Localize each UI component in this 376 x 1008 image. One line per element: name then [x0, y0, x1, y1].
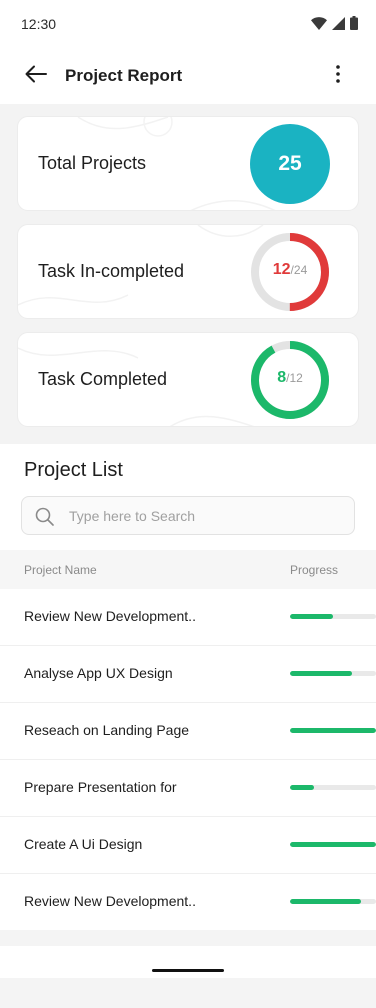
progress-bar: [290, 614, 376, 619]
status-bar: 12:30: [0, 0, 376, 48]
project-name: Review New Development..: [24, 893, 196, 909]
project-list-title: Project List: [24, 459, 123, 481]
total-projects-badge: 25: [250, 124, 330, 204]
wifi-icon: [311, 16, 327, 35]
task-incompleted-label: Task In-completed: [38, 261, 185, 281]
project-list-section: Project List: [0, 444, 376, 550]
progress-bar-fill: [290, 671, 352, 676]
battery-icon: [350, 16, 358, 35]
total-projects-card[interactable]: Total Projects 25: [17, 116, 359, 211]
status-time: 12:30: [21, 16, 57, 32]
table-row[interactable]: Create A Ui Design: [0, 817, 376, 874]
search-icon: [35, 507, 54, 531]
back-button[interactable]: [22, 64, 50, 88]
task-completed-card[interactable]: Task Completed 8 / 12: [17, 332, 359, 427]
task-completed-ring: 8 / 12: [250, 340, 330, 420]
table-row[interactable]: Reseach on Landing Page: [0, 703, 376, 760]
progress-bar: [290, 899, 376, 904]
task-incompleted-count: 12 / 24: [250, 232, 330, 312]
cellular-signal-icon: [332, 16, 345, 35]
progress-bar-fill: [290, 842, 376, 847]
progress-bar: [290, 728, 376, 733]
task-incompleted-ring: 12 / 24: [250, 232, 330, 312]
task-completed-label: Task Completed: [38, 369, 168, 389]
project-name: Analyse App UX Design: [24, 665, 173, 681]
arrow-left-icon: [25, 65, 47, 88]
project-name: Review New Development..: [24, 608, 196, 624]
more-options-button[interactable]: [326, 64, 350, 88]
project-name: Reseach on Landing Page: [24, 722, 190, 738]
total-projects-label: Total Projects: [38, 153, 147, 173]
project-table: Review New Development.. Analyse App UX …: [0, 589, 376, 930]
table-header: Project Name Progress: [0, 550, 376, 589]
stats-section: Total Projects 25 Task In-completed 12 /…: [0, 104, 376, 444]
total-projects-value: 25: [278, 152, 302, 175]
table-row[interactable]: Analyse App UX Design: [0, 646, 376, 703]
status-icons: [311, 16, 358, 35]
search-box[interactable]: [21, 496, 355, 535]
task-incompleted-card[interactable]: Task In-completed 12 / 24: [17, 224, 359, 319]
more-vertical-icon: [336, 64, 340, 88]
task-incompleted-value: 12: [272, 261, 291, 278]
task-incompleted-total: 24: [293, 263, 308, 277]
progress-bar: [290, 671, 376, 676]
progress-bar-fill: [290, 614, 333, 619]
progress-bar-fill: [290, 728, 376, 733]
table-row[interactable]: Review New Development..: [0, 874, 376, 931]
page-title: Project Report: [65, 66, 183, 85]
search-input[interactable]: [69, 497, 339, 534]
app-bar: Project Report: [0, 48, 376, 104]
progress-bar: [290, 842, 376, 847]
task-completed-count: 8 / 12: [250, 340, 330, 420]
task-completed-value: 8: [277, 369, 287, 386]
progress-bar-fill: [290, 899, 361, 904]
task-completed-total: 12: [289, 371, 303, 385]
column-header-project-name: Project Name: [24, 563, 97, 577]
table-row[interactable]: Prepare Presentation for: [0, 760, 376, 817]
project-name: Prepare Presentation for: [24, 779, 177, 795]
home-indicator[interactable]: [152, 969, 224, 972]
column-header-progress: Progress: [290, 563, 339, 577]
project-name: Create A Ui Design: [24, 836, 143, 852]
navigation-bar: [0, 946, 376, 978]
progress-bar-fill: [290, 785, 315, 790]
table-row[interactable]: Review New Development..: [0, 589, 376, 646]
progress-bar: [290, 785, 376, 790]
